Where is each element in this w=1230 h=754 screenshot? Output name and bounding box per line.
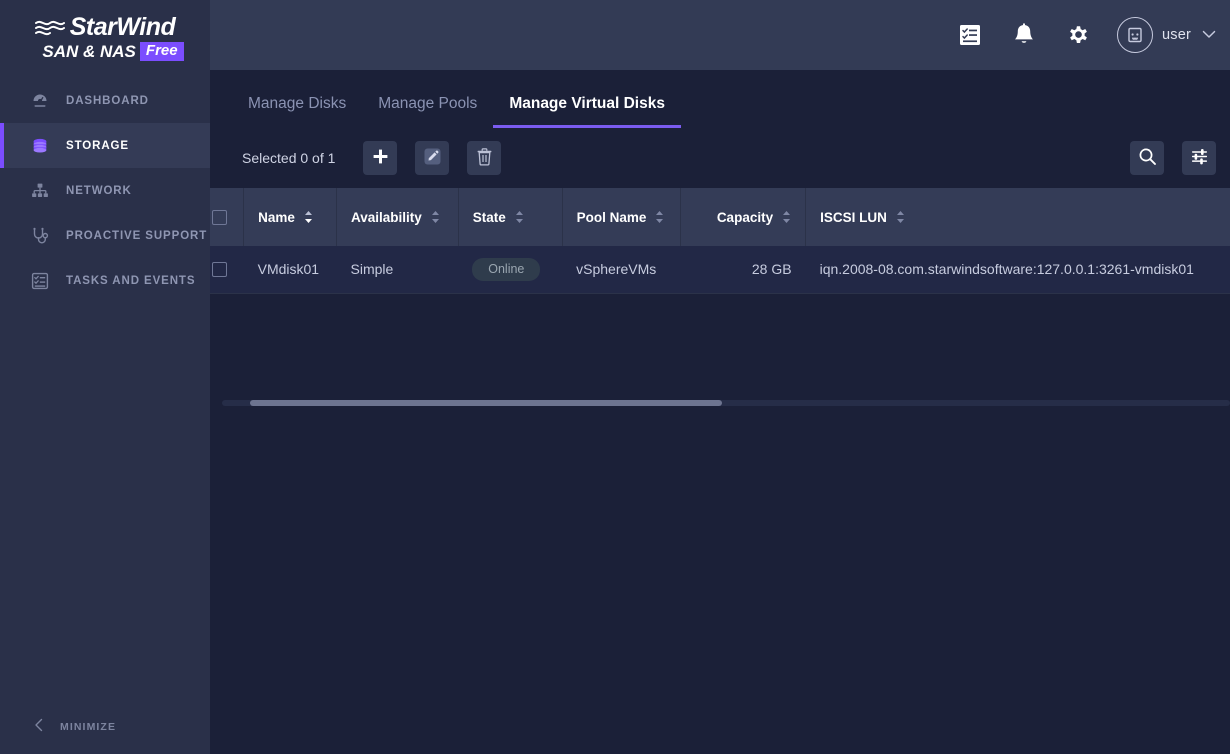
row-select-cell[interactable]: [210, 246, 244, 293]
logo-edition-badge: Free: [140, 42, 184, 62]
scrollbar-thumb[interactable]: [250, 400, 722, 406]
edit-virtual-disk-button[interactable]: [415, 141, 449, 175]
table-header-select-all[interactable]: [210, 188, 244, 246]
sidebar-item-label: NETWORK: [66, 185, 132, 197]
user-name-label: user: [1162, 27, 1191, 43]
table-header-row: Name: [210, 188, 1230, 246]
horizontal-scrollbar[interactable]: [222, 399, 1230, 407]
main-area: user Manage Disks Manage Pools Manage Vi…: [210, 0, 1230, 754]
table-header-availability[interactable]: Availability: [337, 188, 459, 246]
wave-icon: [35, 17, 65, 37]
sidebar-item-dashboard[interactable]: DASHBOARD: [0, 78, 210, 123]
chevron-left-icon: [34, 718, 44, 737]
table-header-state[interactable]: State: [458, 188, 562, 246]
table-toolbar: Selected 0 of 1: [210, 128, 1230, 188]
cell-state: Online: [458, 246, 562, 293]
topbar: user: [210, 0, 1230, 70]
sort-arrows-icon: [304, 210, 313, 224]
table-header-pool-name[interactable]: Pool Name: [562, 188, 680, 246]
sidebar-item-network[interactable]: NETWORK: [0, 168, 210, 213]
logo-name: StarWind: [70, 15, 176, 40]
table-scroll-container[interactable]: Name: [210, 188, 1230, 294]
cell-capacity: 28 GB: [681, 246, 806, 293]
cell-iscsi-lun: iqn.2008-08.com.starwindsoftware:127.0.0…: [806, 246, 1230, 293]
table-header-label: Capacity: [717, 210, 773, 225]
sidebar-nav: DASHBOARD STORAGE: [0, 78, 210, 303]
table-row[interactable]: VMdisk01 Simple Online vSphereVMs 28 GB …: [210, 246, 1230, 293]
bell-notification-icon[interactable]: [997, 8, 1051, 62]
filter-settings-button[interactable]: [1182, 141, 1216, 175]
app-root: StarWind SAN & NAS Free DASHBOARD: [0, 0, 1230, 754]
storage-database-icon: [30, 136, 50, 156]
search-magnifier-icon: [1138, 147, 1157, 169]
table-header-label: State: [473, 210, 506, 225]
sidebar-item-label: STORAGE: [66, 140, 129, 152]
selected-count-label: Selected 0 of 1: [242, 150, 335, 166]
sort-arrows-icon: [896, 210, 905, 224]
cell-availability: Simple: [337, 246, 459, 293]
cell-pool-name: vSphereVMs: [562, 246, 680, 293]
table-header-iscsi-lun[interactable]: ISCSI LUN: [806, 188, 1230, 246]
minimize-label: MINIMIZE: [60, 721, 116, 733]
tasks-checklist-icon[interactable]: [943, 8, 997, 62]
filter-sliders-icon: [1190, 147, 1209, 169]
network-hierarchy-icon: [30, 181, 50, 201]
sidebar-item-label: PROACTIVE SUPPORT: [66, 230, 207, 242]
virtual-disks-table-area: Name: [210, 188, 1230, 754]
tab-manage-disks[interactable]: Manage Disks: [232, 96, 362, 129]
table-header-label: Availability: [351, 210, 422, 225]
sidebar: StarWind SAN & NAS Free DASHBOARD: [0, 0, 210, 754]
search-button[interactable]: [1130, 141, 1164, 175]
delete-virtual-disk-button[interactable]: [467, 141, 501, 175]
plus-add-icon: [372, 148, 389, 168]
sort-arrows-icon: [782, 210, 791, 224]
sidebar-item-proactive-support[interactable]: PROACTIVE SUPPORT: [0, 213, 210, 258]
sort-arrows-icon: [655, 210, 664, 224]
chevron-down-icon: [1202, 26, 1216, 44]
cell-name: VMdisk01: [244, 246, 337, 293]
sidebar-item-label: DASHBOARD: [66, 95, 149, 107]
tab-bar: Manage Disks Manage Pools Manage Virtual…: [210, 70, 1230, 128]
table-header-label: Name: [258, 210, 295, 225]
gear-settings-icon[interactable]: [1051, 8, 1105, 62]
logo-secondary-line: SAN & NAS Free: [42, 42, 183, 62]
table-header-capacity[interactable]: Capacity: [681, 188, 806, 246]
sidebar-item-storage[interactable]: STORAGE: [0, 123, 210, 168]
minimize-sidebar-button[interactable]: MINIMIZE: [0, 710, 210, 744]
tab-manage-virtual-disks[interactable]: Manage Virtual Disks: [493, 96, 681, 129]
sort-arrows-icon: [431, 210, 440, 224]
table-header: Name: [210, 188, 1230, 246]
sort-arrows-icon: [515, 210, 524, 224]
logo-subtitle: SAN & NAS: [42, 43, 136, 60]
brand-logo[interactable]: StarWind SAN & NAS Free: [0, 0, 210, 70]
table-header-name[interactable]: Name: [244, 188, 337, 246]
trash-delete-icon: [476, 148, 493, 169]
table-header-label: Pool Name: [577, 210, 647, 225]
sidebar-item-label: TASKS AND EVENTS: [66, 275, 195, 287]
table-header-label: ISCSI LUN: [820, 210, 887, 225]
virtual-disks-table: Name: [210, 188, 1230, 294]
status-badge: Online: [472, 258, 540, 281]
stethoscope-icon: [30, 226, 50, 246]
sidebar-item-tasks-and-events[interactable]: TASKS AND EVENTS: [0, 258, 210, 303]
tab-manage-pools[interactable]: Manage Pools: [362, 96, 493, 129]
select-all-checkbox[interactable]: [212, 210, 227, 225]
add-virtual-disk-button[interactable]: [363, 141, 397, 175]
dashboard-gauge-icon: [30, 91, 50, 111]
row-checkbox[interactable]: [212, 262, 227, 277]
logo-primary-line: StarWind: [35, 15, 176, 40]
user-menu[interactable]: user: [1117, 17, 1216, 53]
user-avatar-icon: [1117, 17, 1153, 53]
pencil-edit-icon: [423, 147, 442, 169]
tasks-checklist-icon: [30, 271, 50, 291]
table-body: VMdisk01 Simple Online vSphereVMs 28 GB …: [210, 246, 1230, 293]
